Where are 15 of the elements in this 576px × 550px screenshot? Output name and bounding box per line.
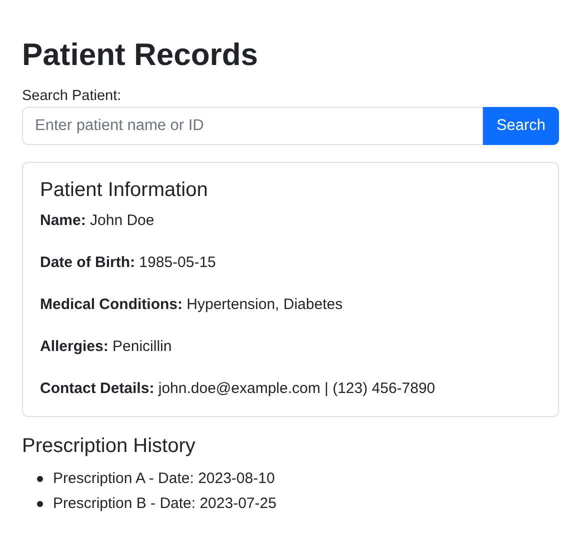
bullet-icon	[37, 476, 43, 482]
bullet-icon	[37, 500, 43, 507]
patient-field: Name: John Doe	[40, 210, 541, 232]
patient-field: Medical Conditions: Hypertension, Diabetes	[40, 294, 541, 316]
prescription-item: Prescription B - Date: 2023-07-25	[53, 494, 276, 514]
search-label: Search Patient:	[22, 88, 122, 104]
page-title: Patient Records	[22, 36, 260, 74]
section-title: Prescription History	[22, 435, 196, 458]
card-title: Patient Information	[40, 179, 209, 202]
search-field[interactable]: Enter patient name or ID	[22, 107, 483, 146]
patient-field: Allergies: Penicillin	[40, 336, 541, 358]
search-button[interactable]: Search	[483, 107, 559, 146]
patient-field: Date of Birth: 1985-05-15	[40, 252, 541, 274]
prescription-item: Prescription A - Date: 2023-08-10	[53, 469, 275, 490]
patient-field: Contact Details: john.doe@example.com | (123) 456-7890	[40, 378, 541, 400]
